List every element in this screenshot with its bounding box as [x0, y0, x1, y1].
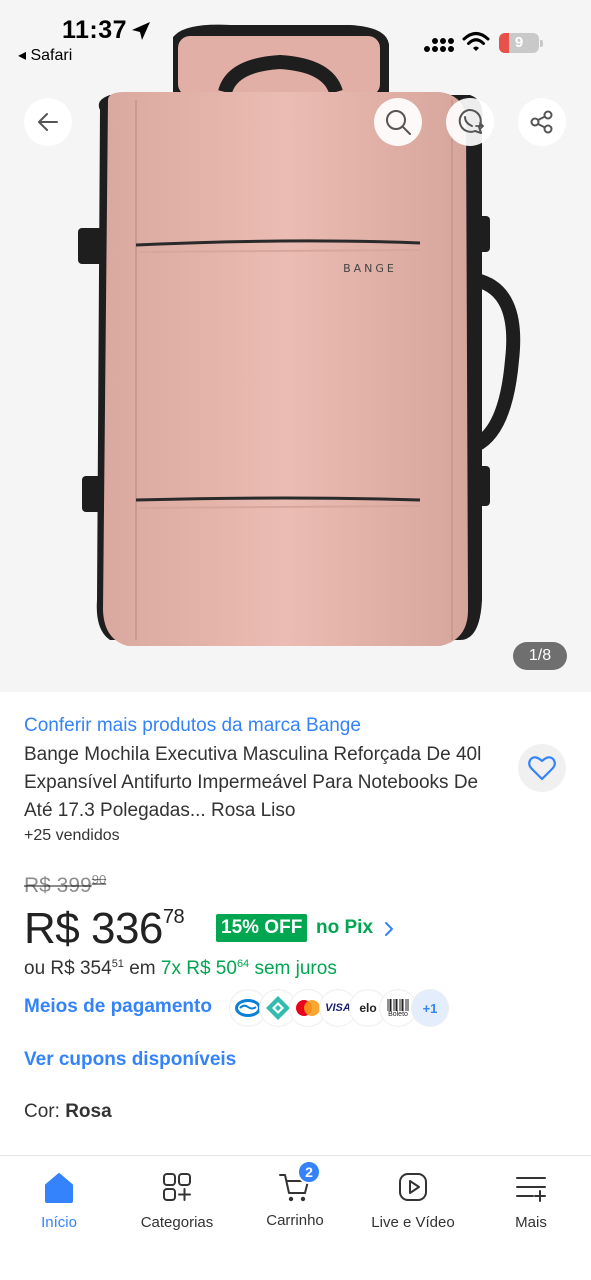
search-icon — [386, 110, 411, 135]
pix-discount-link[interactable]: no Pix — [316, 917, 373, 939]
categories-icon — [163, 1173, 191, 1201]
payment-icons[interactable]: VISA elo Boleto +1 — [230, 990, 450, 1026]
sold-count: +25 vendidos — [24, 827, 120, 844]
product-image-gallery[interactable]: BANGE 1/8 — [0, 0, 591, 692]
nav-label: Carrinho — [266, 1212, 324, 1229]
home-icon — [45, 1173, 73, 1203]
payment-methods-link[interactable]: Meios de pagamento — [24, 996, 212, 1018]
status-time: 11:37 — [62, 16, 128, 44]
nav-label: Início — [41, 1214, 77, 1231]
location-arrow-icon — [132, 22, 150, 40]
battery-level: 9 — [514, 34, 524, 51]
whatsapp-share-icon — [458, 108, 485, 134]
nav-label: Categorias — [140, 1214, 214, 1231]
cellular-signal-icon — [424, 38, 454, 52]
brand-products-link[interactable]: Conferir mais produtos da marca Bange — [24, 715, 361, 737]
product-title: Bange Mochila Executiva Masculina Reforç… — [24, 744, 482, 821]
status-bar: 11:37 ◂ Safari 9 — [0, 0, 591, 70]
nav-item-categories[interactable]: Categorias — [118, 1168, 236, 1248]
installments-info: ou R$ 35451 em 7x R$ 5064 sem juros — [24, 958, 337, 979]
back-button[interactable] — [24, 98, 72, 146]
back-to-safari-link[interactable]: ◂ Safari — [18, 45, 72, 65]
bottom-navigation: Início Categorias 2 Carrinho Live e Víde… — [0, 1155, 591, 1280]
current-price: R$ 33678 — [24, 904, 185, 953]
cart-count-badge: 2 — [297, 1160, 321, 1184]
nav-label: Mais — [515, 1214, 547, 1231]
favorite-button[interactable] — [518, 744, 566, 792]
chevron-right-icon[interactable] — [383, 921, 395, 937]
share-button[interactable] — [518, 98, 566, 146]
search-button[interactable] — [374, 98, 422, 146]
nav-item-home[interactable]: Início — [0, 1168, 118, 1248]
boleto-icon: Boleto — [380, 990, 416, 1026]
discount-badge: 15% OFF — [216, 914, 308, 942]
nav-item-cart[interactable]: 2 Carrinho — [236, 1160, 354, 1248]
backpack-image: BANGE — [78, 24, 521, 646]
heart-icon — [528, 756, 556, 781]
whatsapp-share-button[interactable] — [446, 98, 494, 146]
boleto-label: Boleto — [388, 1010, 408, 1018]
menu-plus-icon — [516, 1177, 546, 1202]
battery-indicator: 9 — [499, 33, 543, 53]
share-icon — [530, 110, 553, 134]
more-payments-badge[interactable]: +1 — [412, 990, 448, 1026]
view-coupons-link[interactable]: Ver cupons disponíveis — [24, 1049, 236, 1071]
original-price: R$ 39990 — [24, 872, 107, 897]
color-variant: Cor: Rosa — [24, 1101, 112, 1122]
arrow-left-icon — [38, 113, 58, 131]
nav-item-live-video[interactable]: Live e Vídeo — [354, 1168, 472, 1248]
image-counter: 1/8 — [513, 642, 567, 670]
play-icon — [399, 1173, 427, 1201]
bag-brand-text: BANGE — [343, 262, 397, 275]
nav-label: Live e Vídeo — [371, 1214, 455, 1231]
wifi-icon — [462, 32, 490, 51]
nav-item-more[interactable]: Mais — [472, 1168, 590, 1248]
